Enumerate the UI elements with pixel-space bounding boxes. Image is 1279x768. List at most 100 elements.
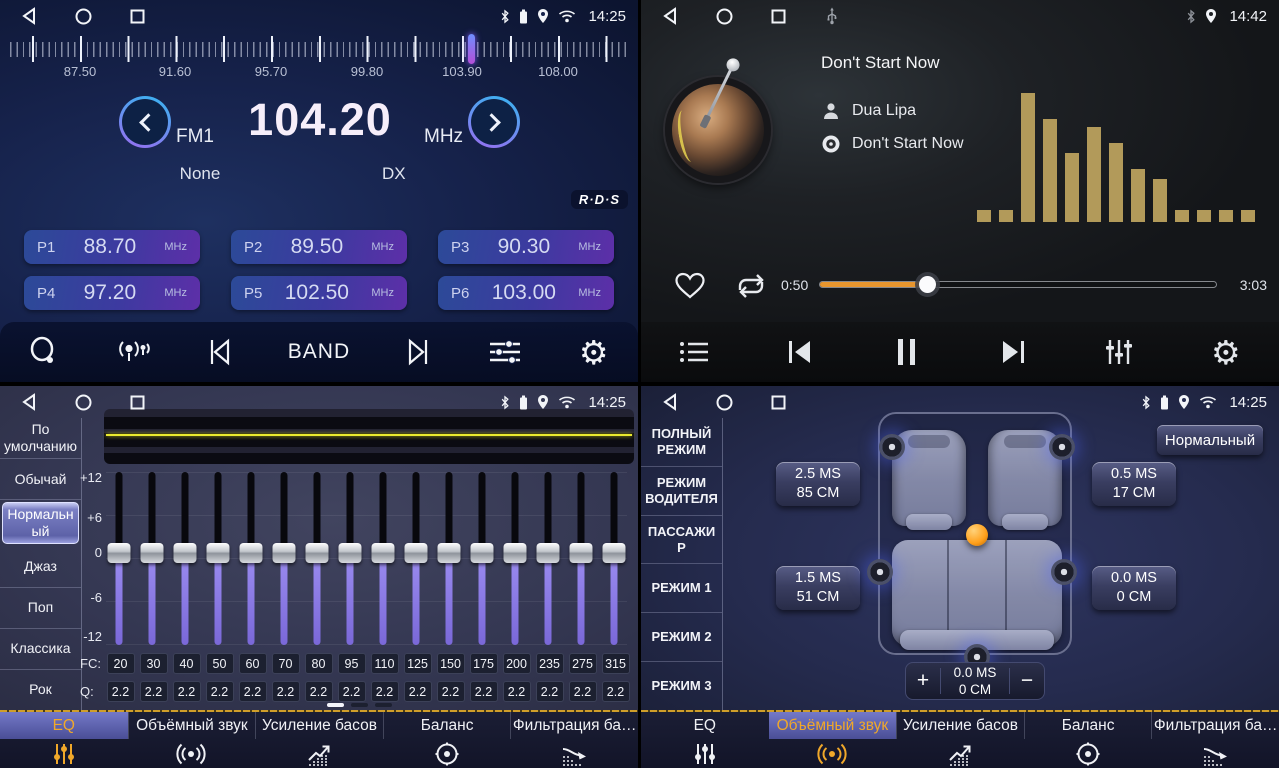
decrease-delay-button[interactable]: − [1010, 663, 1044, 699]
slider-thumb[interactable] [174, 543, 197, 563]
tab-bass-boost[interactable]: Усиление басов [896, 712, 1024, 768]
slider-thumb[interactable] [108, 543, 131, 563]
fc-chip[interactable]: 30 [140, 653, 168, 674]
previous-track-button[interactable] [778, 330, 822, 374]
mode-1[interactable]: РЕЖИМ 1 [641, 564, 722, 613]
tab-balance[interactable]: Баланс [1024, 712, 1152, 768]
q-chip[interactable]: 2.2 [239, 681, 267, 702]
recents-icon[interactable] [126, 391, 148, 413]
preset-p3[interactable]: P3 90.30 MHz [438, 230, 614, 264]
fc-chip[interactable]: 110 [371, 653, 399, 674]
eq-band-slider[interactable] [370, 472, 396, 645]
fc-chip[interactable]: 20 [107, 653, 135, 674]
q-chip[interactable]: 2.2 [569, 681, 597, 702]
fc-chip[interactable]: 60 [239, 653, 267, 674]
eq-band-slider[interactable] [568, 472, 594, 645]
repeat-button[interactable] [733, 271, 769, 301]
slider-thumb[interactable] [471, 543, 494, 563]
q-chip[interactable]: 2.2 [173, 681, 201, 702]
eq-band-slider[interactable] [172, 472, 198, 645]
slider-thumb[interactable] [570, 543, 593, 563]
tab-bass-boost[interactable]: Усиление басов [255, 712, 383, 768]
broadcast-icon-button[interactable] [111, 330, 155, 374]
fc-chip[interactable]: 95 [338, 653, 366, 674]
settings-gear-button[interactable]: ⚙ [572, 330, 616, 374]
slider-thumb[interactable] [240, 543, 263, 563]
listening-position-marker[interactable] [966, 524, 988, 546]
fc-chip[interactable]: 175 [470, 653, 498, 674]
eq-band-slider[interactable] [238, 472, 264, 645]
back-icon[interactable] [659, 391, 681, 413]
slider-thumb[interactable] [372, 543, 395, 563]
tab-balance[interactable]: Баланс [383, 712, 511, 768]
mode-driver[interactable]: РЕЖИМ ВОДИТЕЛЯ [641, 467, 722, 516]
eq-band-slider[interactable] [106, 472, 132, 645]
q-chip[interactable]: 2.2 [107, 681, 135, 702]
eq-band-slider[interactable] [436, 472, 462, 645]
band-button[interactable]: BAND [288, 330, 350, 374]
eq-band-slider[interactable] [502, 472, 528, 645]
scan-search-button[interactable] [22, 330, 66, 374]
frequency-ruler[interactable] [10, 36, 628, 62]
tab-eq[interactable]: EQ [0, 712, 128, 768]
pause-button[interactable] [885, 330, 929, 374]
fc-chip[interactable]: 70 [272, 653, 300, 674]
slider-thumb[interactable] [603, 543, 626, 563]
eq-band-slider[interactable] [403, 472, 429, 645]
audio-settings-button[interactable] [483, 330, 527, 374]
tab-surround[interactable]: Объёмный звук [128, 712, 256, 768]
fc-chip[interactable]: 40 [173, 653, 201, 674]
slider-thumb[interactable] [306, 543, 329, 563]
q-chip[interactable]: 2.2 [503, 681, 531, 702]
home-icon[interactable] [72, 5, 94, 27]
slider-thumb[interactable] [207, 543, 230, 563]
eq-band-slider[interactable] [304, 472, 330, 645]
home-icon[interactable] [72, 391, 94, 413]
favorite-heart-button[interactable] [673, 271, 707, 301]
eq-band-slider[interactable] [337, 472, 363, 645]
sound-preset-button[interactable]: Нормальный [1157, 425, 1263, 455]
slider-thumb[interactable] [504, 543, 527, 563]
progress-track[interactable] [819, 281, 1217, 288]
mode-3[interactable]: РЕЖИМ 3 [641, 662, 722, 710]
slider-thumb[interactable] [273, 543, 296, 563]
fc-chip[interactable]: 80 [305, 653, 333, 674]
q-chip[interactable]: 2.2 [140, 681, 168, 702]
preset-p4[interactable]: P4 97.20 MHz [24, 276, 200, 310]
slider-thumb[interactable] [141, 543, 164, 563]
recents-icon[interactable] [767, 5, 789, 27]
eq-band-slider[interactable] [139, 472, 165, 645]
tune-up-button[interactable] [468, 96, 520, 148]
q-chip[interactable]: 2.2 [272, 681, 300, 702]
fc-chip[interactable]: 275 [569, 653, 597, 674]
preset-p2[interactable]: P2 89.50 MHz [231, 230, 407, 264]
q-chip[interactable]: 2.2 [371, 681, 399, 702]
q-chip[interactable]: 2.2 [470, 681, 498, 702]
fc-chip[interactable]: 150 [437, 653, 465, 674]
eq-band-slider[interactable] [601, 472, 627, 645]
delay-rear-right[interactable]: 0.0 MS 0 CM [1092, 566, 1176, 610]
tune-down-button[interactable] [119, 96, 171, 148]
delay-rear-left[interactable]: 1.5 MS 51 CM [776, 566, 860, 610]
back-icon[interactable] [18, 5, 40, 27]
home-icon[interactable] [713, 391, 735, 413]
next-station-button[interactable] [395, 330, 439, 374]
recents-icon[interactable] [126, 5, 148, 27]
increase-delay-button[interactable]: + [906, 663, 940, 699]
eq-band-slider[interactable] [535, 472, 561, 645]
tab-filter[interactable]: Фильтрация ба… [1151, 712, 1279, 768]
recents-icon[interactable] [767, 391, 789, 413]
equalizer-mixer-button[interactable] [1097, 330, 1141, 374]
q-chip[interactable]: 2.2 [305, 681, 333, 702]
slider-thumb[interactable] [405, 543, 428, 563]
slider-thumb[interactable] [339, 543, 362, 563]
fc-chip[interactable]: 200 [503, 653, 531, 674]
slider-thumb[interactable] [438, 543, 461, 563]
mode-2[interactable]: РЕЖИМ 2 [641, 613, 722, 662]
home-icon[interactable] [713, 5, 735, 27]
tab-eq[interactable]: EQ [641, 712, 769, 768]
mode-full[interactable]: ПОЛНЫЙ РЕЖИМ [641, 418, 722, 467]
fc-chip[interactable]: 315 [602, 653, 630, 674]
settings-gear-button[interactable]: ⚙ [1204, 330, 1248, 374]
eq-band-slider[interactable] [469, 472, 495, 645]
